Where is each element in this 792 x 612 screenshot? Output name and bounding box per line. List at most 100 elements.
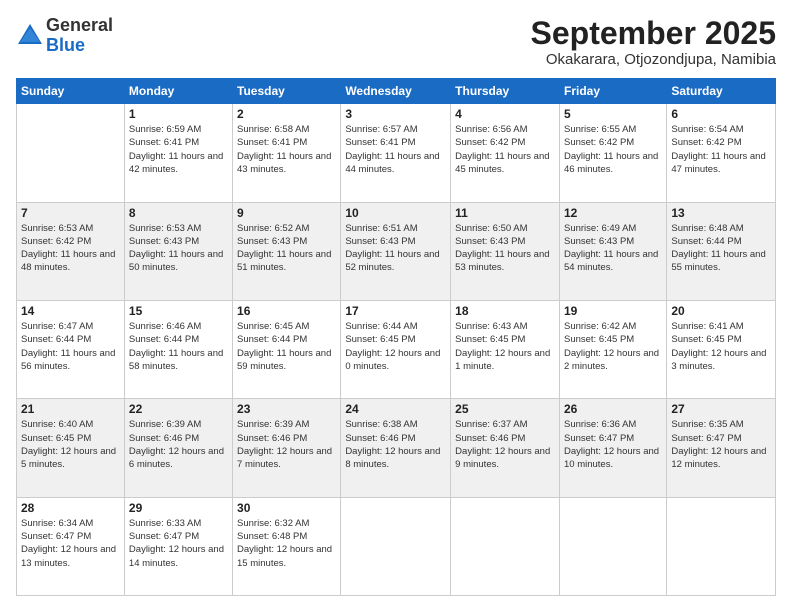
day-number: 5	[564, 107, 662, 121]
day-number: 11	[455, 206, 555, 220]
calendar-cell: 11 Sunrise: 6:50 AM Sunset: 6:43 PM Dayli…	[451, 202, 560, 300]
calendar-cell: 25 Sunrise: 6:37 AM Sunset: 6:46 PM Dayli…	[451, 399, 560, 497]
day-number: 4	[455, 107, 555, 121]
day-number: 18	[455, 304, 555, 318]
calendar-cell: 22Sunrise: 6:39 AM Sunset: 6:46 PM Dayli…	[124, 399, 232, 497]
calendar-week-row: 28 Sunrise: 6:34 AM Sunset: 6:47 PM Dayli…	[17, 497, 776, 595]
day-info: Sunrise: 6:32 AM Sunset: 6:48 PM Dayligh…	[237, 517, 336, 570]
day-info: Sunrise: 6:39 AM Sunset: 6:46 PM Dayligh…	[237, 418, 336, 471]
day-info: Sunrise: 6:58 AM Sunset: 6:41 PM Dayligh…	[237, 123, 336, 176]
calendar-cell: 8 Sunrise: 6:53 AM Sunset: 6:43 PM Daylig…	[124, 202, 232, 300]
calendar-week-row: 7 Sunrise: 6:53 AM Sunset: 6:42 PM Daylig…	[17, 202, 776, 300]
calendar-cell: 5 Sunrise: 6:55 AM Sunset: 6:42 PM Daylig…	[559, 104, 666, 202]
calendar-cell: 1Sunrise: 6:59 AM Sunset: 6:41 PM Daylig…	[124, 104, 232, 202]
day-info: Sunrise: 6:50 AM Sunset: 6:43 PM Dayligh…	[455, 222, 555, 275]
calendar-cell: 7 Sunrise: 6:53 AM Sunset: 6:42 PM Daylig…	[17, 202, 125, 300]
day-info: Sunrise: 6:44 AM Sunset: 6:45 PM Dayligh…	[345, 320, 446, 373]
day-number: 16	[237, 304, 336, 318]
day-info: Sunrise: 6:57 AM Sunset: 6:41 PM Dayligh…	[345, 123, 446, 176]
calendar-cell: 15 Sunrise: 6:46 AM Sunset: 6:44 PM Dayli…	[124, 300, 232, 398]
logo: General Blue	[16, 16, 113, 56]
day-number: 28	[21, 501, 120, 515]
day-info: Sunrise: 6:33 AM Sunset: 6:47 PM Dayligh…	[129, 517, 228, 570]
day-number: 21	[21, 402, 120, 416]
calendar-week-row: 21Sunrise: 6:40 AM Sunset: 6:45 PM Dayli…	[17, 399, 776, 497]
calendar-cell: 9 Sunrise: 6:52 AM Sunset: 6:43 PM Daylig…	[233, 202, 341, 300]
calendar-cell: 14 Sunrise: 6:47 AM Sunset: 6:44 PM Dayli…	[17, 300, 125, 398]
calendar-cell: 3 Sunrise: 6:57 AM Sunset: 6:41 PM Daylig…	[341, 104, 451, 202]
day-number: 23	[237, 402, 336, 416]
day-info: Sunrise: 6:43 AM Sunset: 6:45 PM Dayligh…	[455, 320, 555, 373]
calendar-cell: 28 Sunrise: 6:34 AM Sunset: 6:47 PM Dayli…	[17, 497, 125, 595]
day-number: 22	[129, 402, 228, 416]
day-info: Sunrise: 6:53 AM Sunset: 6:42 PM Dayligh…	[21, 222, 120, 275]
calendar-cell: 2 Sunrise: 6:58 AM Sunset: 6:41 PM Daylig…	[233, 104, 341, 202]
day-info: Sunrise: 6:54 AM Sunset: 6:42 PM Dayligh…	[671, 123, 771, 176]
day-number: 3	[345, 107, 446, 121]
day-number: 1	[129, 107, 228, 121]
day-number: 6	[671, 107, 771, 121]
day-info: Sunrise: 6:52 AM Sunset: 6:43 PM Dayligh…	[237, 222, 336, 275]
calendar-cell: 12Sunrise: 6:49 AM Sunset: 6:43 PM Dayli…	[559, 202, 666, 300]
page: General Blue September 2025 Okakarara, O…	[0, 0, 792, 612]
day-number: 30	[237, 501, 336, 515]
day-number: 29	[129, 501, 228, 515]
col-thursday: Thursday	[451, 79, 560, 104]
day-info: Sunrise: 6:36 AM Sunset: 6:47 PM Dayligh…	[564, 418, 662, 471]
day-number: 27	[671, 402, 771, 416]
day-number: 20	[671, 304, 771, 318]
calendar-cell: 18 Sunrise: 6:43 AM Sunset: 6:45 PM Dayli…	[451, 300, 560, 398]
day-number: 7	[21, 206, 120, 220]
day-number: 25	[455, 402, 555, 416]
logo-general: General	[46, 15, 113, 35]
day-number: 26	[564, 402, 662, 416]
calendar-week-row: 1Sunrise: 6:59 AM Sunset: 6:41 PM Daylig…	[17, 104, 776, 202]
day-info: Sunrise: 6:55 AM Sunset: 6:42 PM Dayligh…	[564, 123, 662, 176]
day-info: Sunrise: 6:38 AM Sunset: 6:46 PM Dayligh…	[345, 418, 446, 471]
day-info: Sunrise: 6:56 AM Sunset: 6:42 PM Dayligh…	[455, 123, 555, 176]
col-wednesday: Wednesday	[341, 79, 451, 104]
col-sunday: Sunday	[17, 79, 125, 104]
logo-text: General Blue	[46, 16, 113, 56]
calendar-cell: 6 Sunrise: 6:54 AM Sunset: 6:42 PM Daylig…	[667, 104, 776, 202]
day-number: 9	[237, 206, 336, 220]
logo-blue: Blue	[46, 35, 85, 55]
calendar-cell: 21Sunrise: 6:40 AM Sunset: 6:45 PM Dayli…	[17, 399, 125, 497]
col-monday: Monday	[124, 79, 232, 104]
calendar-cell: 20 Sunrise: 6:41 AM Sunset: 6:45 PM Dayli…	[667, 300, 776, 398]
day-info: Sunrise: 6:42 AM Sunset: 6:45 PM Dayligh…	[564, 320, 662, 373]
day-number: 2	[237, 107, 336, 121]
calendar-cell: 10Sunrise: 6:51 AM Sunset: 6:43 PM Dayli…	[341, 202, 451, 300]
calendar-cell: 19 Sunrise: 6:42 AM Sunset: 6:45 PM Dayli…	[559, 300, 666, 398]
header: General Blue September 2025 Okakarara, O…	[16, 16, 776, 68]
day-info: Sunrise: 6:34 AM Sunset: 6:47 PM Dayligh…	[21, 517, 120, 570]
day-number: 15	[129, 304, 228, 318]
day-number: 17	[345, 304, 446, 318]
calendar-cell: 26 Sunrise: 6:36 AM Sunset: 6:47 PM Dayli…	[559, 399, 666, 497]
day-info: Sunrise: 6:48 AM Sunset: 6:44 PM Dayligh…	[671, 222, 771, 275]
day-info: Sunrise: 6:49 AM Sunset: 6:43 PM Dayligh…	[564, 222, 662, 275]
day-number: 14	[21, 304, 120, 318]
day-info: Sunrise: 6:35 AM Sunset: 6:47 PM Dayligh…	[671, 418, 771, 471]
calendar-cell: 13 Sunrise: 6:48 AM Sunset: 6:44 PM Dayli…	[667, 202, 776, 300]
calendar-cell: 29 Sunrise: 6:33 AM Sunset: 6:47 PM Dayli…	[124, 497, 232, 595]
day-number: 13	[671, 206, 771, 220]
day-info: Sunrise: 6:53 AM Sunset: 6:43 PM Dayligh…	[129, 222, 228, 275]
col-tuesday: Tuesday	[233, 79, 341, 104]
day-info: Sunrise: 6:41 AM Sunset: 6:45 PM Dayligh…	[671, 320, 771, 373]
calendar-cell: 16 Sunrise: 6:45 AM Sunset: 6:44 PM Dayli…	[233, 300, 341, 398]
day-info: Sunrise: 6:37 AM Sunset: 6:46 PM Dayligh…	[455, 418, 555, 471]
calendar-header-row: Sunday Monday Tuesday Wednesday Thursday…	[17, 79, 776, 104]
calendar-cell	[17, 104, 125, 202]
calendar-week-row: 14 Sunrise: 6:47 AM Sunset: 6:44 PM Dayli…	[17, 300, 776, 398]
day-number: 19	[564, 304, 662, 318]
calendar-table: Sunday Monday Tuesday Wednesday Thursday…	[16, 78, 776, 596]
day-info: Sunrise: 6:47 AM Sunset: 6:44 PM Dayligh…	[21, 320, 120, 373]
day-info: Sunrise: 6:51 AM Sunset: 6:43 PM Dayligh…	[345, 222, 446, 275]
calendar-cell: 27 Sunrise: 6:35 AM Sunset: 6:47 PM Dayli…	[667, 399, 776, 497]
calendar-cell: 30 Sunrise: 6:32 AM Sunset: 6:48 PM Dayli…	[233, 497, 341, 595]
day-info: Sunrise: 6:46 AM Sunset: 6:44 PM Dayligh…	[129, 320, 228, 373]
day-number: 8	[129, 206, 228, 220]
day-info: Sunrise: 6:45 AM Sunset: 6:44 PM Dayligh…	[237, 320, 336, 373]
calendar-cell	[667, 497, 776, 595]
